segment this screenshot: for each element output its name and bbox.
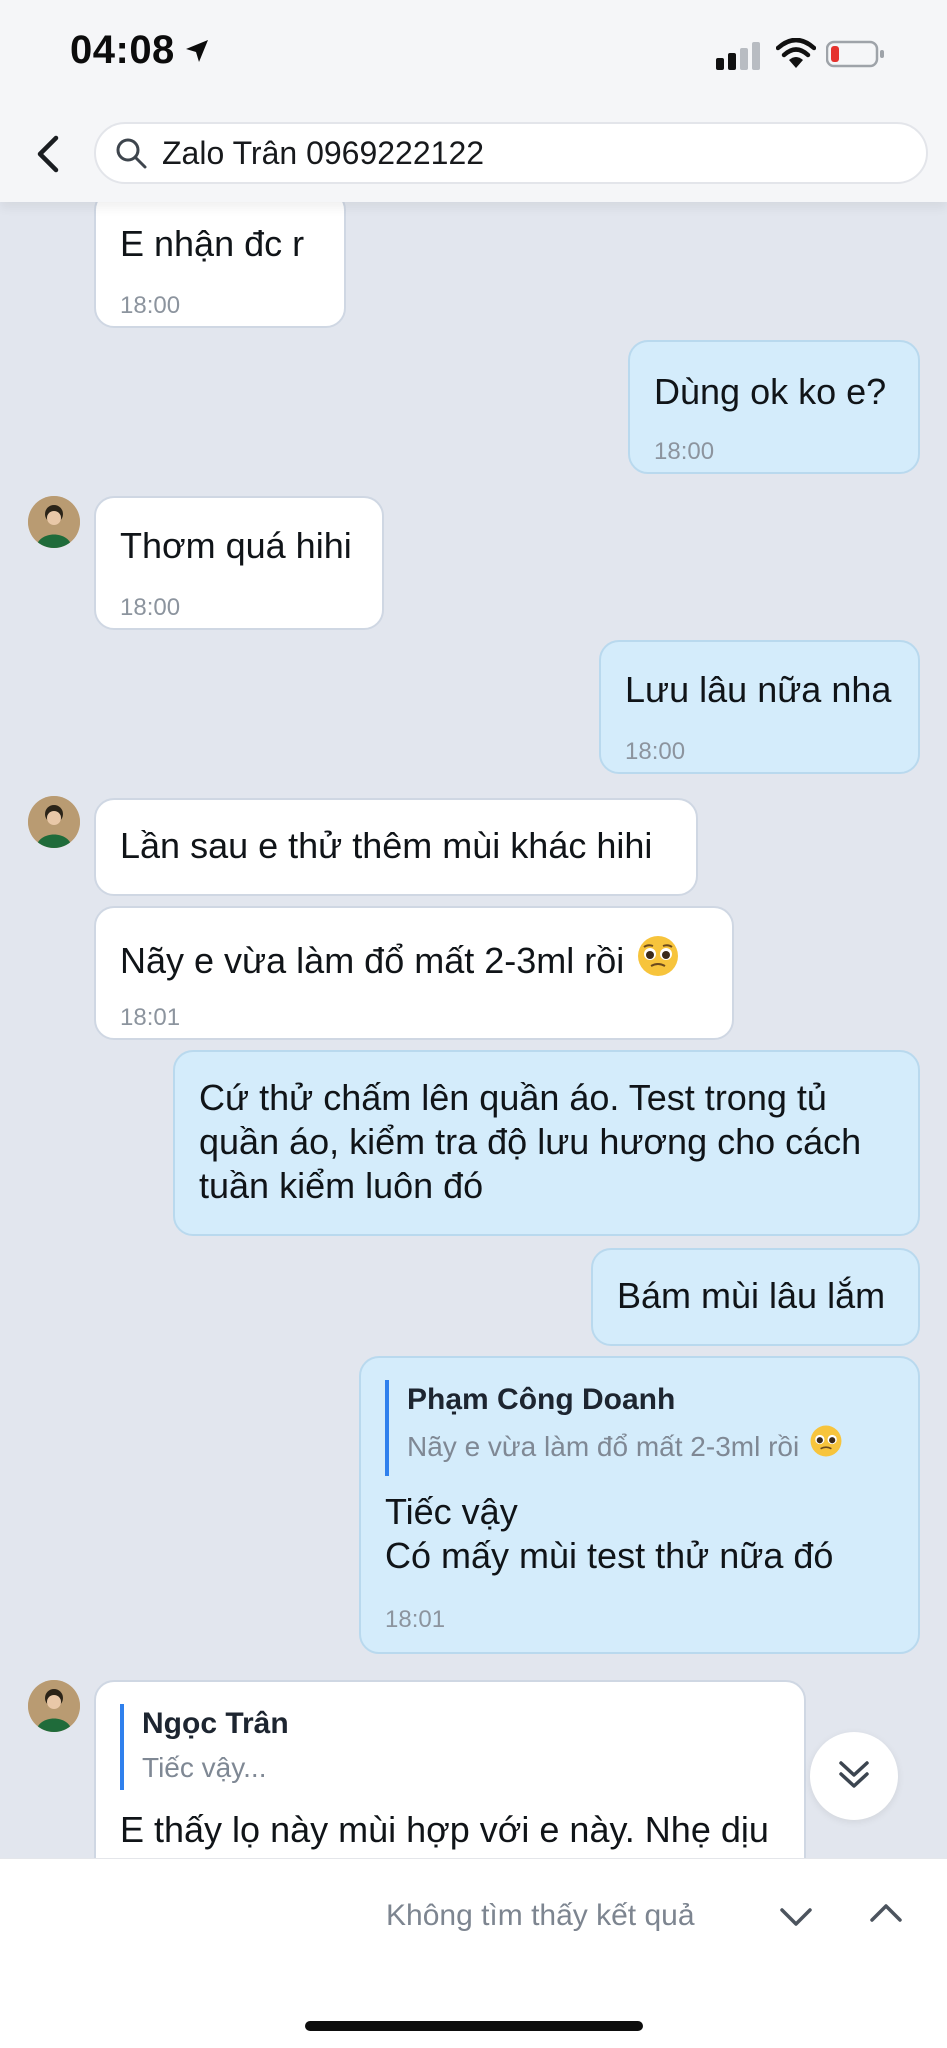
battery-low-icon [826, 40, 884, 68]
status-bar: 04:08 [0, 0, 947, 108]
message-time: 18:01 [385, 1606, 446, 1633]
message-bubble-outgoing[interactable]: Bám mùi lâu lắm [591, 1248, 920, 1346]
message-bubble-incoming[interactable]: Lần sau e thử thêm mùi khác hihi [94, 798, 698, 896]
message-line: tuần kiểm luôn đó [199, 1165, 484, 1206]
reply-preview: Tiếc vậy... [142, 1752, 267, 1783]
message-time: 18:01 [120, 1004, 181, 1031]
message-bubble-outgoing[interactable]: Cứ thử chấm lên quần áo. Test trong tủ q… [173, 1050, 920, 1236]
scroll-to-bottom-button[interactable] [810, 1732, 898, 1820]
message-line: Có mấy mùi test thử nữa đó [385, 1535, 834, 1576]
reply-author: Phạm Công Doanh [407, 1383, 676, 1416]
message-text: Dùng ok ko e? [654, 371, 887, 412]
message-bubble-outgoing-reply[interactable]: Phạm Công Doanh Nãy e vừa làm đổ mất 2-3… [359, 1356, 920, 1654]
contact-avatar[interactable] [28, 796, 80, 848]
message-time: 18:00 [120, 292, 181, 319]
location-arrow-icon [185, 39, 208, 62]
message-text: Lưu lâu nữa nha [625, 669, 892, 710]
reply-quote[interactable]: Phạm Công Doanh Nãy e vừa làm đổ mất 2-3… [385, 1380, 843, 1476]
message-text: Lần sau e thử thêm mùi khác hihi [120, 825, 653, 866]
reply-quote[interactable]: Ngọc Trân Tiếc vậy... [120, 1704, 289, 1790]
message-text: Cứ thử chấm lên quần áo. Test trong tủ q… [199, 1076, 861, 1208]
message-time: 18:00 [120, 594, 181, 621]
chat-area[interactable]: E nhận đc r 18:00 Dùng ok ko e? 18:00 Th… [0, 0, 947, 1900]
message-bubble-outgoing[interactable]: Lưu lâu nữa nha 18:00 [599, 640, 920, 774]
message-text: Nãy e vừa làm đổ mất 2-3ml rồi [120, 940, 625, 981]
wifi-icon [776, 38, 816, 68]
search-header [0, 108, 947, 202]
pleading-face-emoji [809, 1424, 843, 1469]
reply-author: Ngọc Trân [142, 1707, 289, 1740]
reply-preview-row: Nãy e vừa làm đổ mất 2-3ml rồi [407, 1424, 843, 1469]
signal-icon [716, 42, 760, 70]
chevron-down-icon[interactable] [776, 1897, 816, 1937]
message-bubble-incoming[interactable]: Thơm quá hihi 18:00 [94, 496, 384, 630]
message-bubble-incoming[interactable]: Nãy e vừa làm đổ mất 2-3ml rồi 18:01 [94, 906, 734, 1040]
double-chevron-down-icon [835, 1755, 873, 1798]
contact-avatar[interactable] [28, 1680, 80, 1732]
message-time: 18:00 [654, 438, 715, 465]
search-result-bar: Không tìm thấy kết quả [0, 1858, 947, 2048]
status-time-row: 04:08 [70, 28, 211, 73]
chevron-left-icon[interactable] [28, 130, 68, 178]
message-line: Tiếc vậy [385, 1491, 518, 1532]
status-time: 04:08 [70, 28, 175, 72]
message-line: quần áo, kiểm tra độ lưu hương cho cách [199, 1121, 862, 1162]
message-text-row: Nãy e vừa làm đổ mất 2-3ml rồi [120, 934, 680, 988]
search-input[interactable] [162, 134, 902, 172]
message-text: Thơm quá hihi [120, 525, 352, 566]
message-time: 18:00 [625, 738, 686, 765]
reply-preview: Nãy e vừa làm đổ mất 2-3ml rồi [407, 1430, 800, 1462]
home-indicator[interactable] [305, 2021, 643, 2031]
message-text: Tiếc vậy Có mấy mùi test thử nữa đó [385, 1490, 833, 1578]
message-bubble-outgoing[interactable]: Dùng ok ko e? 18:00 [628, 340, 920, 474]
message-text: E nhận đc r [120, 223, 305, 264]
message-text: Bám mùi lâu lắm [617, 1275, 886, 1316]
magnifier-icon [116, 138, 147, 169]
message-bubble-incoming[interactable]: E nhận đc r 18:00 [94, 190, 346, 328]
contact-avatar[interactable] [28, 496, 80, 548]
search-status-text: Không tìm thấy kết quả [386, 1899, 695, 1932]
pleading-face-emoji [636, 934, 680, 988]
chevron-up-icon[interactable] [866, 1893, 906, 1933]
message-text: E thấy lọ này mùi hợp với e này. Nhẹ dịu [120, 1809, 769, 1850]
message-line: Cứ thử chấm lên quần áo. Test trong tủ [199, 1077, 827, 1118]
search-box[interactable] [94, 122, 928, 184]
